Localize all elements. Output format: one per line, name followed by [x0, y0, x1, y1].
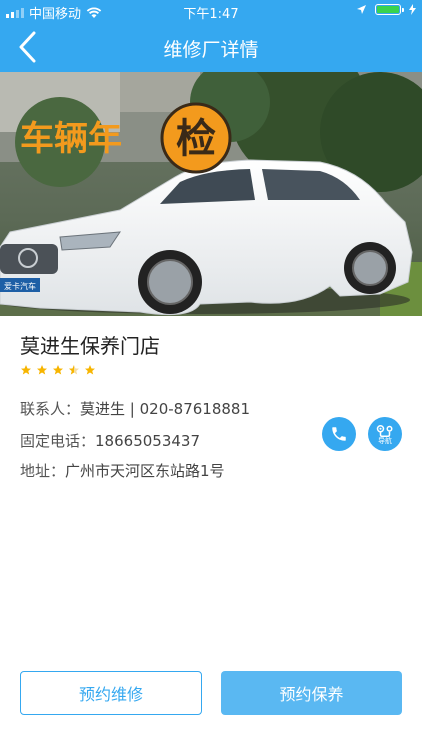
book-repair-button[interactable]: 预约维修 [20, 671, 202, 715]
phone-icon [332, 427, 346, 441]
book-maintenance-button[interactable]: 预约保养 [221, 671, 402, 715]
contact-label: 联系人： [20, 400, 81, 418]
navigate-button[interactable]: 导航 [368, 417, 402, 451]
phone-label: 固定电话： [20, 432, 96, 450]
rating-stars [20, 364, 96, 376]
contact-line: 联系人：莫进生 | 020-87618881 [20, 398, 250, 419]
hero-banner-text: 车辆年 [20, 119, 122, 159]
status-right [356, 4, 416, 15]
call-button[interactable] [322, 417, 356, 451]
navigation-icon [376, 424, 393, 437]
location-arrow-icon [357, 5, 366, 14]
phone-line: 固定电话：18665053437 [20, 430, 200, 451]
address-label: 地址： [20, 462, 66, 480]
address-line: 地址：广州市天河区东站路1号 [20, 460, 225, 481]
star-icon [53, 365, 63, 375]
phone-value: 18665053437 [95, 432, 200, 450]
page-title: 维修厂详情 [163, 39, 259, 61]
address-value: 广州市天河区东站路1号 [65, 462, 225, 480]
star-half-icon [69, 365, 79, 375]
store-name: 莫进生保养门店 [20, 334, 160, 358]
plate-text: 爱卡汽车 [4, 281, 36, 291]
star-icon [21, 365, 31, 375]
nav-bar: 维修厂详情 [0, 22, 422, 72]
contact-value: 莫进生 | 020-87618881 [80, 400, 250, 418]
charging-icon [409, 4, 416, 15]
status-bar: 中国移动 下午1:47 [0, 0, 422, 22]
hero-badge-char: 检 [176, 116, 216, 162]
battery-icon [375, 4, 404, 15]
star-icon [37, 365, 47, 375]
navigate-label: 导航 [378, 436, 392, 445]
star-icon [85, 365, 95, 375]
store-hero-image: 爱卡汽车 车辆年 检 [0, 72, 422, 316]
